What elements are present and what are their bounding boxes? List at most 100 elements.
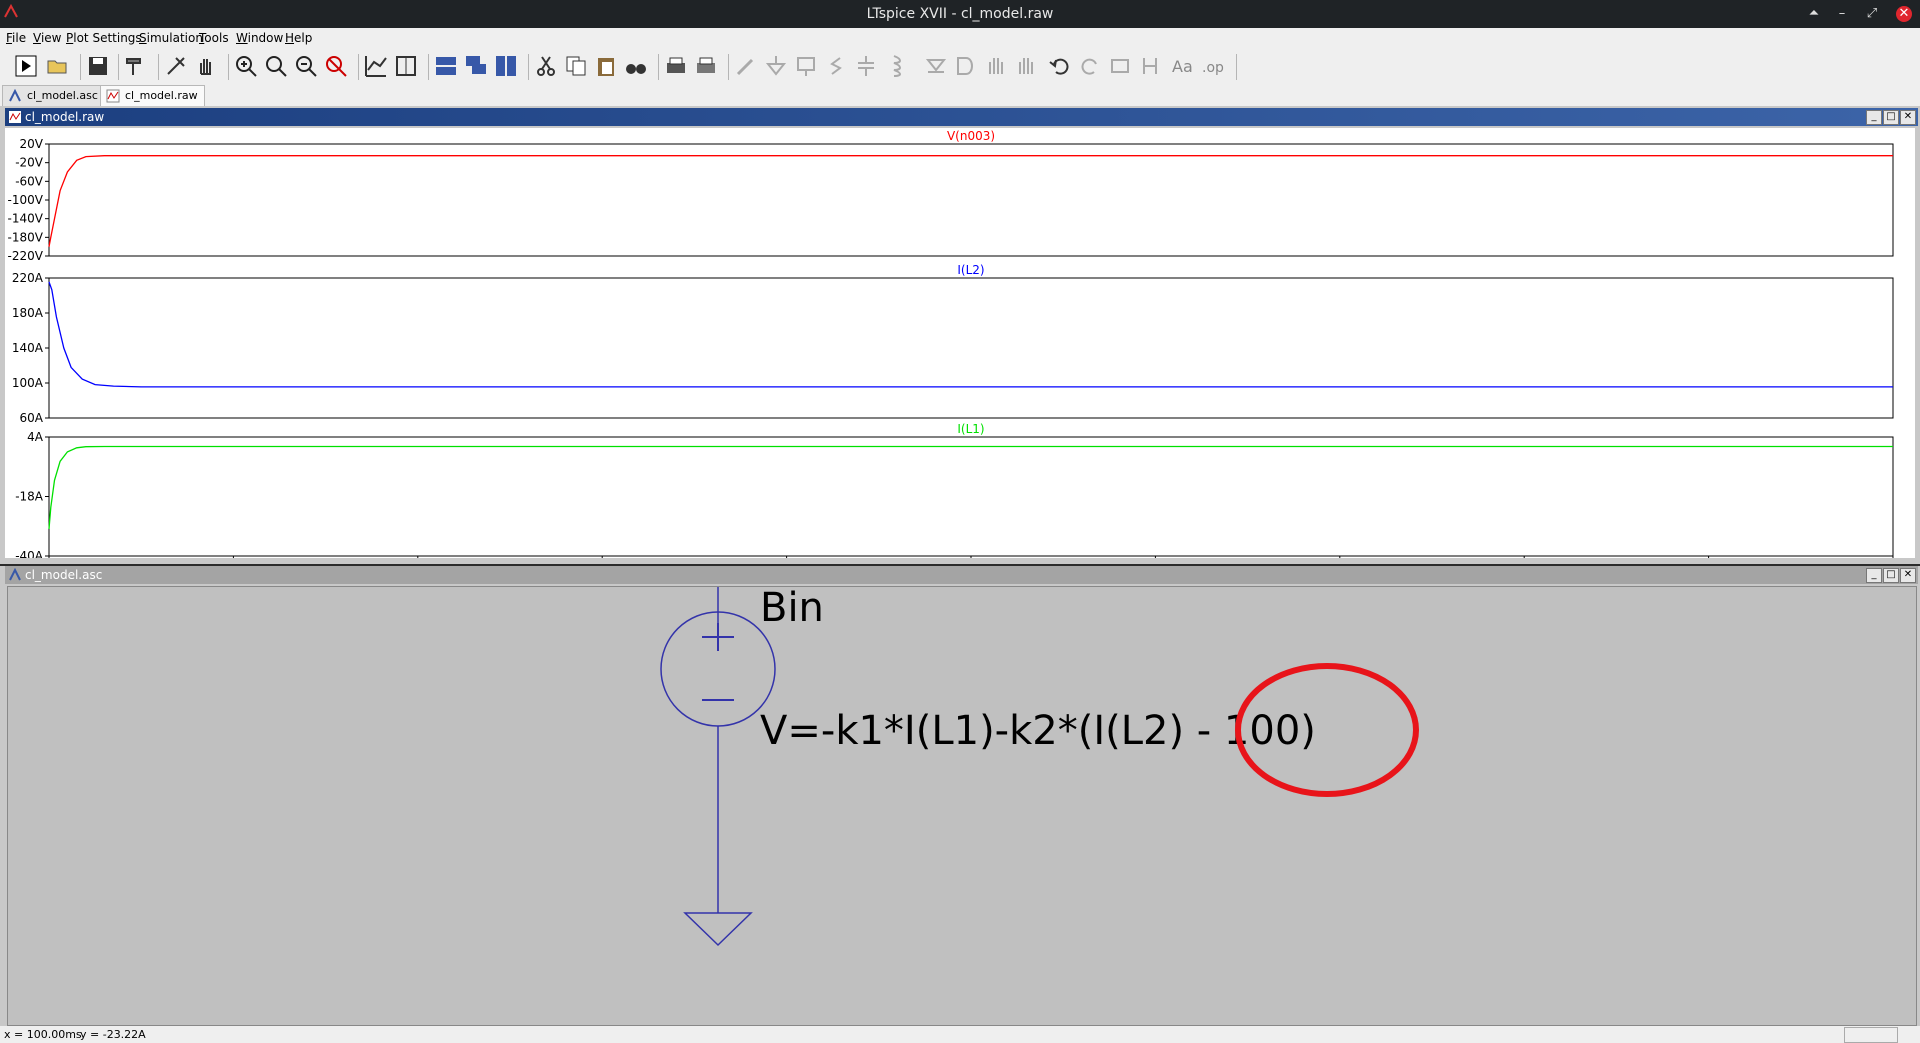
svg-text:.op: .op xyxy=(1202,60,1224,76)
y-tick-label: 4A xyxy=(27,430,44,444)
autorange-icon[interactable] xyxy=(364,54,388,78)
y-tick-label: -140V xyxy=(8,212,44,226)
minimize-button[interactable]: – xyxy=(1834,6,1850,21)
y-tick-label: 100A xyxy=(12,376,44,390)
y-tick-label: -18A xyxy=(15,490,44,504)
waveform-window: cl_model.raw _ □ ✕ V(n003) 20V -20V -60V -10… xyxy=(0,106,1920,564)
title-bar: LTspice XVII - cl_model.raw ⏶ – ⤢ ✕ xyxy=(0,0,1920,28)
schematic-drawing: Bin V=-k1*I(L1)-k2*(I(L2) - 100) xyxy=(660,587,1419,947)
restore-up-icon[interactable]: ⏶ xyxy=(1806,6,1822,21)
status-bar: x = 100.00ms y = -23.22A xyxy=(0,1026,1920,1043)
copy-icon[interactable] xyxy=(564,54,588,78)
ground-icon xyxy=(765,56,787,76)
schematic-icon xyxy=(9,89,21,102)
move-hand-icon xyxy=(989,58,1003,74)
y-tick-label: -220V xyxy=(8,249,44,263)
menu-view[interactable]: View xyxy=(33,31,61,45)
y-tick-label: 60A xyxy=(20,411,44,425)
redo-icon xyxy=(1081,58,1097,75)
status-panel xyxy=(1844,1027,1898,1043)
schematic-window-title: cl_model.asc xyxy=(25,568,103,582)
tile-vertical-icon[interactable] xyxy=(494,54,518,78)
source-instance-label[interactable]: Bin xyxy=(760,587,824,631)
y-tick-label: -100V xyxy=(8,193,44,207)
expression-main: V=-k1*I(L1)-k2*(I(L2) xyxy=(760,708,1184,754)
waveform-window-title: cl_model.raw xyxy=(25,110,105,124)
rotate-icon xyxy=(1111,59,1129,73)
tab-cl-model-raw[interactable]: cl_model.raw xyxy=(100,85,205,106)
y-tick-label: 20V xyxy=(20,137,44,151)
tab-cl-model-asc[interactable]: cl_model.asc xyxy=(2,85,105,106)
waveform-window-titlebar[interactable]: cl_model.raw _ □ ✕ xyxy=(5,108,1918,126)
capacitor-icon xyxy=(858,56,874,76)
menu-window[interactable]: Window xyxy=(236,31,283,45)
y-tick-label: -180V xyxy=(8,230,44,244)
menu-plot-settings[interactable]: Plot Settings xyxy=(66,31,142,45)
trace-label[interactable]: I(L2) xyxy=(957,263,984,277)
window-title: LTspice XVII - cl_model.raw xyxy=(866,6,1054,22)
waveform-plots[interactable]: V(n003) 20V -20V -60V -100V -140V -180V -220V I(… xyxy=(5,128,1915,558)
print-icon[interactable] xyxy=(664,54,688,78)
find-binoculars-icon[interactable] xyxy=(624,54,648,78)
draw-wire-icon xyxy=(736,58,754,76)
cursor-icon[interactable] xyxy=(394,54,418,78)
plot-frame xyxy=(48,143,1894,257)
tab-label: cl_model.raw xyxy=(125,89,198,102)
label-net-icon xyxy=(797,57,815,76)
waveform-icon xyxy=(106,89,120,103)
source-value-expression[interactable]: V=-k1*I(L1)-k2*(I(L2) - 100) xyxy=(760,708,1316,754)
paste-icon[interactable] xyxy=(594,54,618,78)
zoom-fit-icon[interactable] xyxy=(324,54,348,78)
menu-bar: File View Plot Settings Simulation Tools… xyxy=(0,28,1920,48)
zoom-out-icon[interactable] xyxy=(294,54,318,78)
run-probe-icon[interactable] xyxy=(164,54,188,78)
trace-label[interactable]: V(n003) xyxy=(947,129,995,143)
control-panel-hammer-icon[interactable] xyxy=(124,54,148,78)
waveform-icon xyxy=(9,111,21,123)
mirror-icon xyxy=(1143,58,1157,74)
resistor-icon xyxy=(830,57,842,75)
cursor-y-readout: y = -23.22A xyxy=(80,1028,146,1041)
pan-hand-icon[interactable] xyxy=(194,54,218,78)
menu-file[interactable]: File xyxy=(6,31,26,45)
y-tick-label: 140A xyxy=(12,341,44,355)
close-icon[interactable]: ✕ xyxy=(1900,110,1916,125)
cascade-icon[interactable] xyxy=(464,54,488,78)
cursor-x-readout: x = 100.00ms xyxy=(4,1028,82,1041)
menu-help[interactable]: Help xyxy=(285,31,312,45)
save-icon[interactable] xyxy=(86,54,110,78)
close-icon[interactable]: ✕ xyxy=(1900,568,1916,583)
y-tick-label: 180A xyxy=(12,306,44,320)
minimize-icon[interactable]: _ xyxy=(1866,110,1882,125)
expression-circled: - 100) xyxy=(1184,708,1316,754)
maximize-icon[interactable]: □ xyxy=(1883,568,1899,583)
y-tick-label: -60V xyxy=(15,174,44,188)
tile-horizontal-icon[interactable] xyxy=(434,54,458,78)
toolbar: Aa .op xyxy=(0,48,1920,85)
maximize-icon[interactable]: □ xyxy=(1883,110,1899,125)
run-icon[interactable] xyxy=(14,54,38,78)
y-tick-label: 220A xyxy=(12,271,44,285)
undo-icon[interactable] xyxy=(1048,54,1072,78)
component-icon xyxy=(957,57,973,75)
zoom-area-icon[interactable] xyxy=(264,54,288,78)
diode-icon xyxy=(925,59,947,73)
close-button[interactable]: ✕ xyxy=(1896,6,1912,22)
schematic-canvas[interactable]: Bin V=-k1*I(L1)-k2*(I(L2) - 100) xyxy=(7,586,1917,1026)
print-preview-icon[interactable] xyxy=(694,54,718,78)
schematic-window: cl_model.asc _ □ ✕ Bin V=-k1*I(L1)-k2*(I… xyxy=(0,566,1920,1026)
minimize-icon[interactable]: _ xyxy=(1866,568,1882,583)
svg-text:Aa: Aa xyxy=(1172,57,1193,76)
schematic-window-titlebar[interactable]: cl_model.asc _ □ ✕ xyxy=(5,566,1918,584)
menu-simulation[interactable]: Simulation xyxy=(139,31,203,45)
menu-tools[interactable]: Tools xyxy=(199,31,229,45)
trace-label[interactable]: I(L1) xyxy=(957,422,984,436)
inductor-icon xyxy=(893,55,901,77)
zoom-in-icon[interactable] xyxy=(234,54,258,78)
ground-symbol[interactable] xyxy=(683,912,753,947)
drag-hand-icon xyxy=(1019,58,1033,74)
maximize-button[interactable]: ⤢ xyxy=(1864,6,1880,21)
cut-icon[interactable] xyxy=(534,54,558,78)
plot-pane-area: V(n003) 20V -20V -60V -100V -140V -180V -220V I(… xyxy=(5,128,1915,558)
open-folder-icon[interactable] xyxy=(46,54,70,78)
